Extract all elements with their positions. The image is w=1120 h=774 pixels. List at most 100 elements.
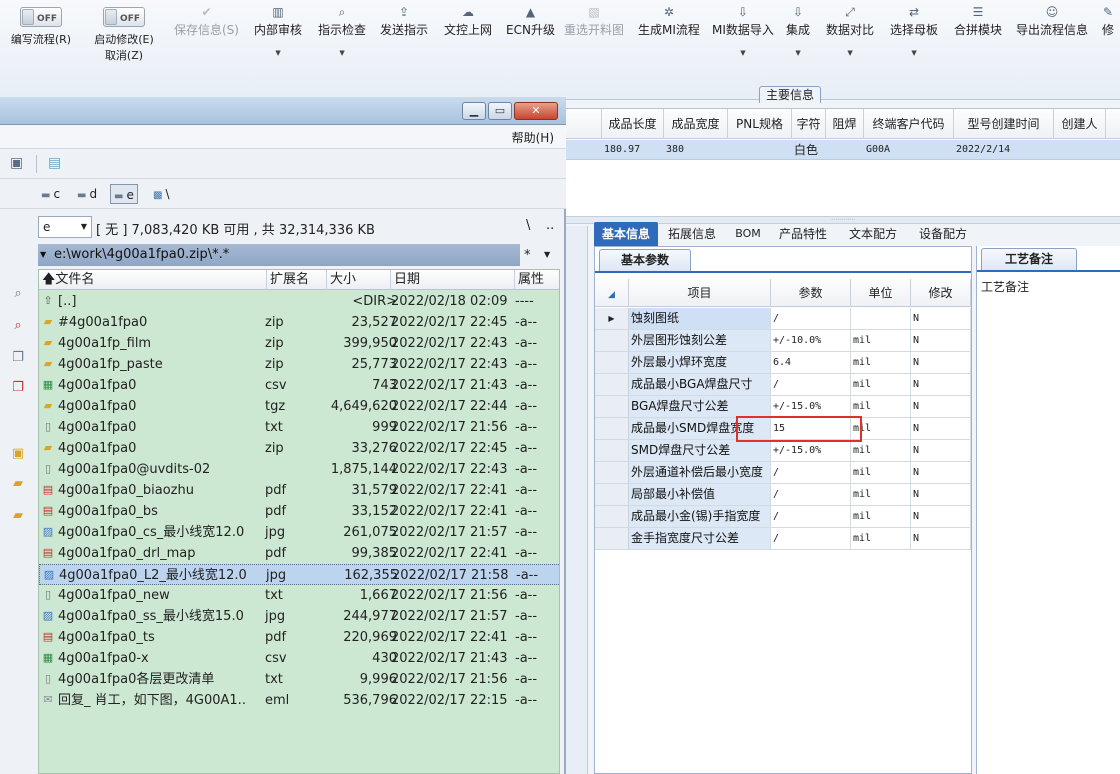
minimize-button[interactable]: ▁ (462, 102, 486, 120)
new-folder-icon[interactable]: ▰ (10, 476, 26, 492)
grid-col-0[interactable]: 成品长度 (602, 109, 664, 139)
file-row[interactable]: ▤ 4g00a1fpa0_ts pdf 220,969 2022/02/17 22:41… (39, 627, 559, 648)
find-icon[interactable]: ⌕ (10, 318, 26, 334)
grid-col-7[interactable]: 创建人 (1054, 109, 1106, 139)
param-value[interactable]: 15 (771, 418, 851, 439)
drive-select[interactable]: e ▼ (38, 216, 92, 238)
toolbar-button-0[interactable]: ✔ 保存信息(S) (172, 2, 241, 66)
file-row[interactable]: ▰ 4g00a1fpa0 tgz 4,649,620 2022/02/17 22:44-… (39, 396, 559, 417)
drive-e[interactable]: ▬ e (110, 184, 138, 204)
param-row[interactable]: ▶ 蚀刻图纸 / N (595, 308, 971, 330)
grid-col-3[interactable]: 字符 (792, 109, 826, 139)
param-value[interactable]: / (771, 528, 851, 549)
parent-button[interactable]: .. (546, 218, 554, 233)
grid-col-1[interactable]: 成品宽度 (664, 109, 728, 139)
toolbar-button-8[interactable]: ⇩ MI数据导入 ▼ (710, 2, 776, 66)
toolbar-button-13[interactable]: ☺ 导出流程信息 (1014, 2, 1090, 66)
param-row[interactable]: 外层最小焊环宽度 6.4 mil N (595, 352, 971, 374)
tab-5[interactable]: 设备配方 (912, 222, 974, 246)
package-icon[interactable]: ▣ (10, 446, 26, 462)
file-row[interactable]: ▦ 4g00a1fpa0-x csv 430 2022/02/17 21:43 -a-- (39, 648, 559, 669)
col-name[interactable]: 🡅文件名 (39, 270, 267, 290)
col-item[interactable]: 项目 (629, 279, 771, 307)
row-selector[interactable] (595, 462, 629, 483)
start-modify-toggle[interactable]: OFF 启动修改(E) 取消(Z) (82, 4, 166, 64)
toolbar-button-5[interactable]: ▲ ECN升级 (504, 2, 557, 66)
toolbar-button-6[interactable]: ▧ 重选开料图 (562, 2, 626, 66)
row-selector[interactable] (595, 418, 629, 439)
tab-basic-params[interactable]: 基本参数 (599, 249, 691, 271)
param-value[interactable]: / (771, 484, 851, 505)
param-row[interactable]: 成品最小SMD焊盘宽度 15 mil N (595, 418, 971, 440)
col-ext[interactable]: 扩展名 (267, 270, 327, 290)
file-row[interactable]: ▰ 4g00a1fp_paste zip 25,773 2022/02/17 22:43… (39, 354, 559, 375)
current-path[interactable]: ▼ e:\work\4g00a1fpa0.zip\*.* (38, 244, 520, 266)
grid-col-2[interactable]: PNL规格 (728, 109, 792, 139)
toolbar-button-1[interactable]: ▥ 内部审核 ▼ (252, 2, 304, 66)
row-selector[interactable] (595, 506, 629, 527)
network-drive[interactable]: ▩ \ (150, 184, 173, 204)
filter-star[interactable]: * (524, 248, 531, 263)
file-row[interactable]: ▤ 4g00a1fpa0_drl_map pdf 99,385 2022/02/17 2… (39, 543, 559, 564)
close-button[interactable]: ✕ (514, 102, 558, 120)
file-row[interactable]: ✉ 回复_ 肖工，如下图，4G00A1.. eml 536,796 2022/02/17… (39, 690, 559, 711)
file-row[interactable]: ▰ #4g00a1fpa0 zip 23,527 2022/02/17 22:45 -a-… (39, 312, 559, 333)
toolbar-button-10[interactable]: ⤢ 数据对比 ▼ (824, 2, 876, 66)
param-row[interactable]: 局部最小补偿值 / mil N (595, 484, 971, 506)
col-attr[interactable]: 属性 (515, 270, 559, 290)
grid-col-4[interactable]: 阻焊 (826, 109, 864, 139)
dropdown-arrow-icon[interactable]: ▼ (784, 46, 812, 60)
toggle-switch[interactable]: OFF (103, 7, 145, 27)
history-dropdown-icon[interactable]: ▼ (544, 250, 550, 259)
file-row[interactable]: ▰ 4g00a1fpa0 zip 33,276 2022/02/17 22:45 -a-- (39, 438, 559, 459)
dropdown-arrow-icon[interactable]: ▼ (888, 46, 940, 60)
param-value[interactable]: / (771, 506, 851, 527)
col-size[interactable]: 大小 (327, 270, 391, 290)
folder-icon[interactable]: ▰ (10, 508, 26, 524)
toolbar-button-2[interactable]: ⌕ 指示检查 ▼ (316, 2, 368, 66)
col-date[interactable]: 日期 (391, 270, 515, 290)
root-button[interactable]: \ (526, 218, 530, 233)
file-row[interactable]: ▯ 4g00a1fpa0_new txt 1,667 2022/02/17 21:56-… (39, 585, 559, 606)
dropdown-arrow-icon[interactable]: ▼ (710, 46, 776, 60)
tab-3[interactable]: 产品特性 (772, 222, 834, 246)
toolbar-button-7[interactable]: ✲ 生成MI流程 (636, 2, 702, 66)
row-selector[interactable]: ▶ (595, 308, 629, 329)
toolbar-button-3[interactable]: ⇪ 发送指示 (378, 2, 430, 66)
param-row[interactable]: SMD焊盘尺寸公差 +/-15.0% mil N (595, 440, 971, 462)
dropdown-arrow-icon[interactable]: ▼ (824, 46, 876, 60)
row-selector[interactable] (595, 330, 629, 351)
maximize-button[interactable]: ▭ (488, 102, 512, 120)
tab-1[interactable]: 拓展信息 (662, 222, 722, 246)
tab-4[interactable]: 文本配方 (842, 222, 904, 246)
param-row[interactable]: BGA焊盘尺寸公差 +/-15.0% mil N (595, 396, 971, 418)
dropdown-arrow-icon[interactable]: ▼ (252, 46, 304, 60)
summary-grid-row[interactable]: 180.97 380 白色 G00A 2022/2/14 (566, 140, 1120, 160)
dropdown-arrow-icon[interactable]: ▼ (316, 46, 368, 60)
file-row[interactable]: ▯ 4g00a1fpa0 txt 999 2022/02/17 21:56 -a-- (39, 417, 559, 438)
toolbar-button-12[interactable]: ☰ 合拼模块 (952, 2, 1004, 66)
paste-icon[interactable]: ❐ (10, 380, 26, 396)
tab-2[interactable]: BOM (734, 222, 762, 246)
zoom-icon[interactable]: ⌕ (10, 286, 26, 302)
row-selector[interactable] (595, 352, 629, 373)
collapsed-panel-strip[interactable] (566, 226, 588, 774)
file-row[interactable]: ⇧ [..] <DIR> 2022/02/18 02:09 ---- (39, 291, 559, 312)
tab-process-notes[interactable]: 工艺备注 (981, 248, 1077, 270)
window-titlebar[interactable]: ▁ ▭ ✕ (0, 97, 566, 125)
file-row[interactable]: ▯ 4g00a1fpa0各层更改清单 txt 9,996 2022/02/17 21:5… (39, 669, 559, 690)
copy-icon[interactable]: ▤ (48, 155, 61, 171)
param-value[interactable]: / (771, 308, 851, 329)
param-value[interactable]: 6.4 (771, 352, 851, 373)
col-modify[interactable]: 修改 (911, 279, 971, 307)
row-selector[interactable] (595, 396, 629, 417)
drive-d[interactable]: ▬ d (74, 184, 100, 204)
file-row[interactable]: ▤ 4g00a1fpa0_biaozhu pdf 31,579 2022/02/17 2… (39, 480, 559, 501)
row-selector[interactable] (595, 528, 629, 549)
file-row[interactable]: ▯ 4g00a1fpa0@uvdits-02 1,875,144 2022/02/17… (39, 459, 559, 480)
file-row[interactable]: ▨ 4g00a1fpa0_L2_最小线宽12.0 jpg 162,355 2022/02… (39, 564, 559, 585)
file-row[interactable]: ▨ 4g00a1fpa0_ss_最小线宽15.0 jpg 244,977 2022/02… (39, 606, 559, 627)
col-param[interactable]: 参数 (771, 279, 851, 307)
file-row[interactable]: ▨ 4g00a1fpa0_cs_最小线宽12.0 jpg 261,075 2022/02… (39, 522, 559, 543)
param-value[interactable]: / (771, 462, 851, 483)
